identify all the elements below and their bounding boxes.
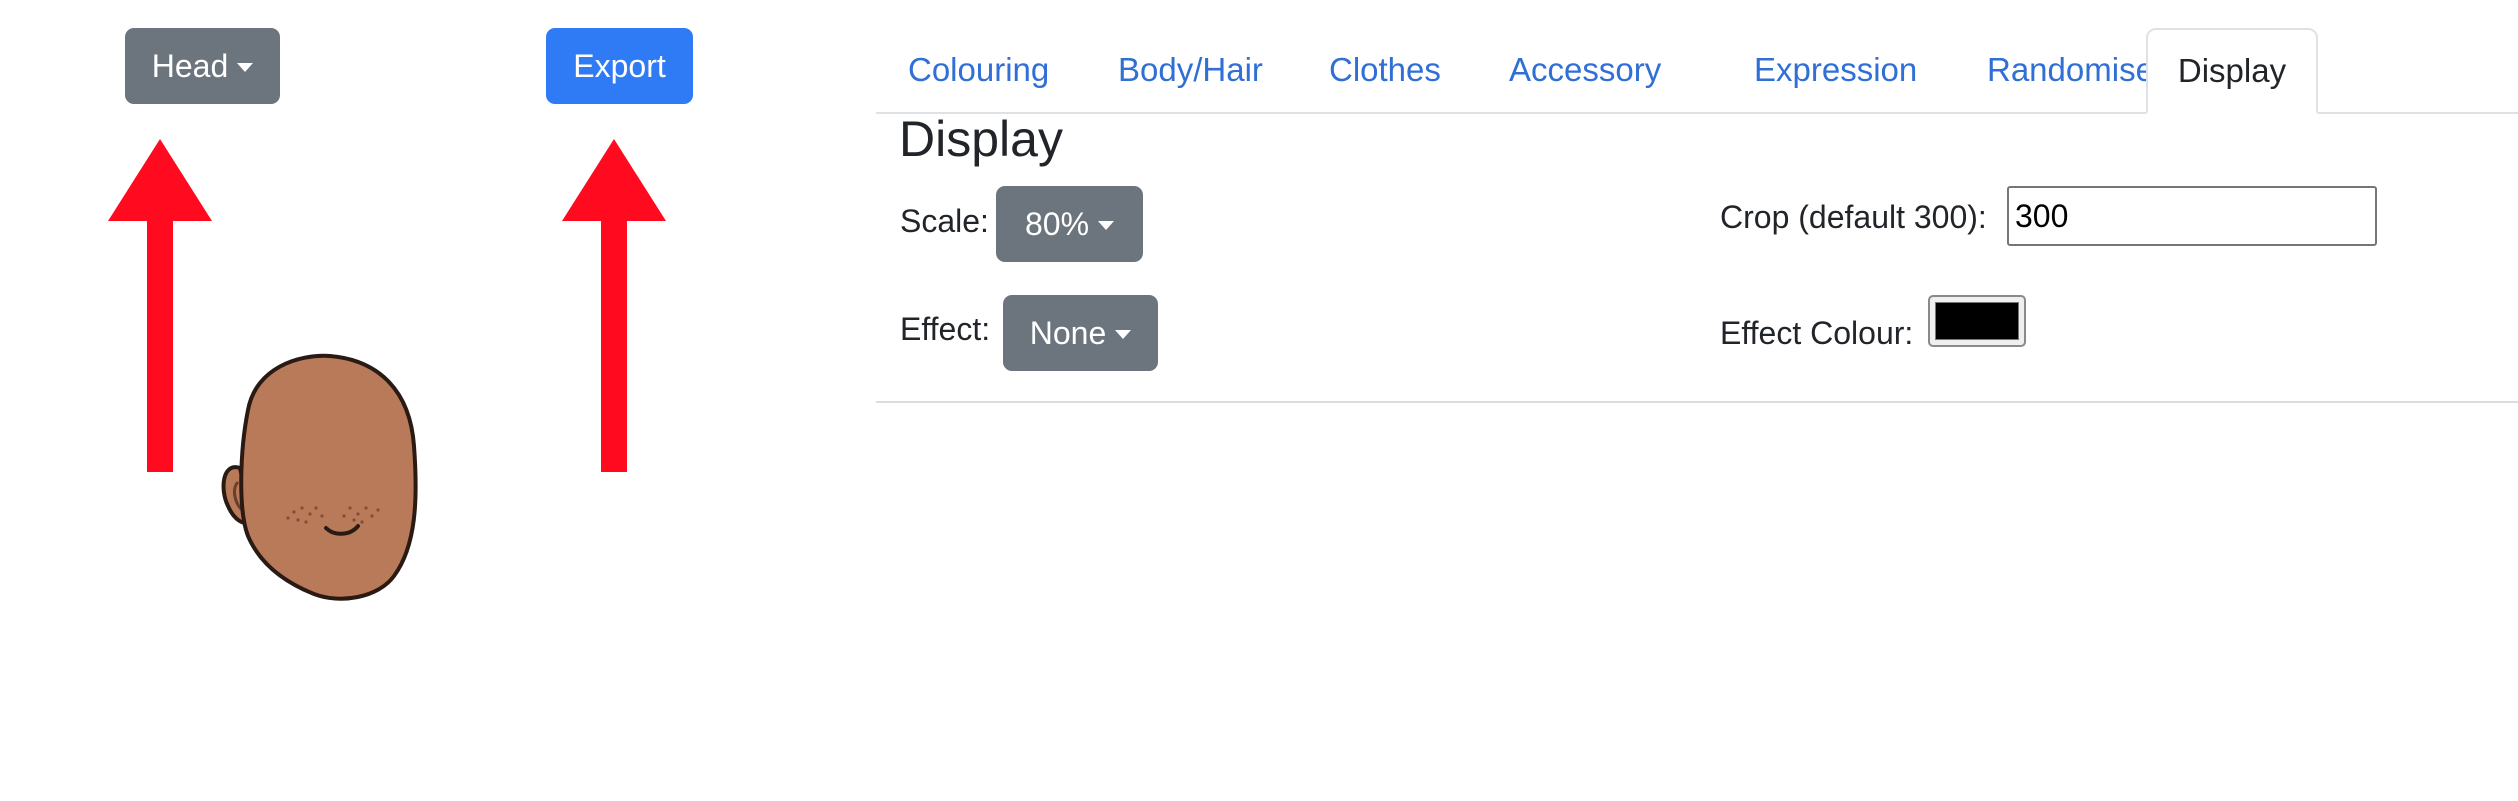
tab-clothes[interactable]: Clothes [1297, 28, 1477, 112]
head-dropdown-button[interactable]: Head [125, 28, 280, 104]
scale-dropdown-button[interactable]: 80% [996, 186, 1143, 262]
head-dropdown-label: Head [151, 47, 229, 84]
crop-input[interactable] [2007, 186, 2377, 246]
caret-down-icon [1115, 329, 1132, 339]
tab-body-hair[interactable]: Body/Hair [1086, 28, 1297, 112]
tab-expression[interactable]: Expression [1722, 28, 1955, 112]
scale-value: 80% [1024, 205, 1090, 242]
annotation-arrow-up-icon [108, 139, 212, 472]
tab-display[interactable]: Display [2146, 28, 2318, 114]
colour-swatch-fill [1935, 302, 2019, 340]
effect-label: Effect: [900, 311, 991, 347]
scale-label: Scale: [900, 203, 989, 239]
effect-colour-picker[interactable] [1928, 295, 2026, 347]
annotation-arrow-up-icon [562, 139, 666, 472]
effect-value: None [1029, 314, 1107, 351]
tab-colouring[interactable]: Colouring [876, 28, 1082, 112]
divider [876, 401, 2518, 403]
caret-down-icon [237, 62, 254, 72]
effect-colour-label: Effect Colour: [1720, 315, 1914, 351]
avatar-head-preview [221, 353, 418, 601]
export-label: Export [573, 47, 666, 84]
caret-down-icon [1098, 220, 1115, 230]
crop-label: Crop (default 300): [1720, 199, 1987, 235]
tab-bar: Colouring Body/Hair Clothes Accessory Ex… [876, 28, 2518, 114]
panel-title: Display [899, 111, 1063, 167]
effect-dropdown-button[interactable]: None [1003, 295, 1158, 371]
tab-accessory[interactable]: Accessory [1477, 28, 1722, 112]
export-button[interactable]: Export [546, 28, 693, 104]
